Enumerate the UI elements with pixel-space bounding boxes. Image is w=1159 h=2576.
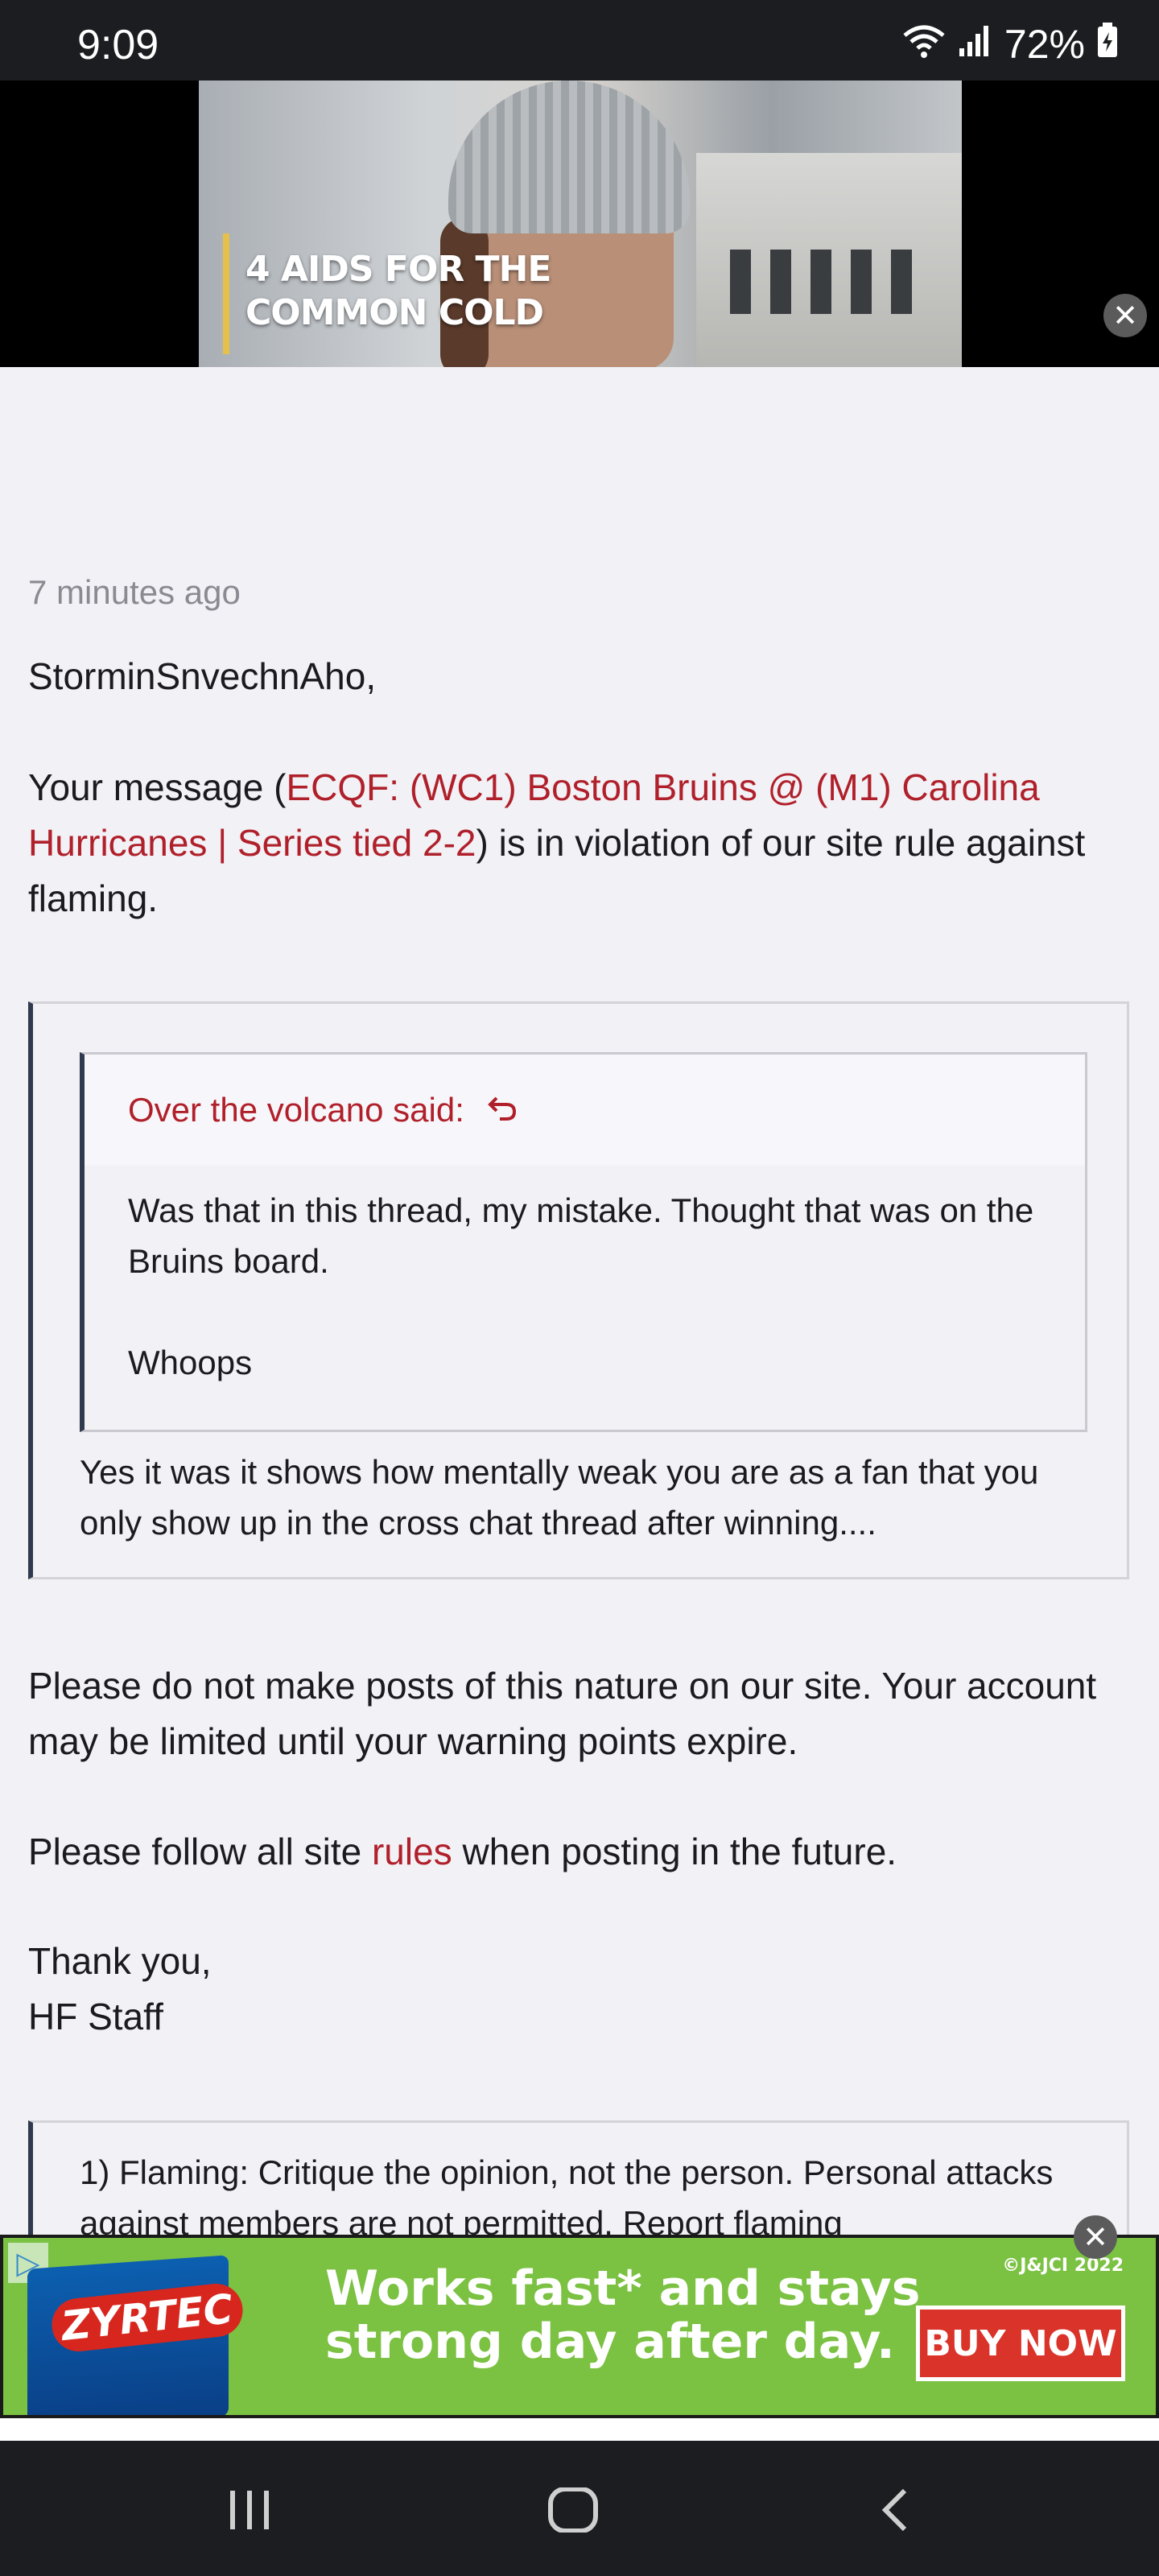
video-caption: 4 AIDS FOR THE COMMON COLD xyxy=(245,249,551,333)
status-icons: 72% xyxy=(901,21,1119,68)
signal-icon xyxy=(958,21,993,68)
thanks-text: Thank you, xyxy=(28,1940,212,1982)
rules-link[interactable]: rules xyxy=(372,1831,452,1872)
violation-notice: Your message (ECQF: (WC1) Boston Bruins … xyxy=(28,766,1086,919)
navigation-bar xyxy=(0,2441,1159,2576)
follow-rules-text: Please follow all site rules when postin… xyxy=(28,1831,897,1872)
battery-percent: 72% xyxy=(1004,22,1085,67)
buy-now-button[interactable]: BUY NOW xyxy=(916,2306,1125,2381)
wifi-icon xyxy=(901,21,947,68)
banner-ad[interactable]: ▷ ZYRTEC Works fast* and stays strong da… xyxy=(0,2235,1159,2418)
quote-author-header[interactable]: Over the volcano said: xyxy=(85,1055,1085,1166)
message-timestamp: 7 minutes ago xyxy=(28,573,241,611)
staff-signature: HF Staff xyxy=(28,1996,163,2037)
status-time: 9:09 xyxy=(77,22,159,68)
quoted-reply-text: Yes it was it shows how mentally weak yo… xyxy=(80,1453,1039,1542)
quote-author[interactable]: Over the volcano said: xyxy=(128,1091,464,1129)
recent-apps-button[interactable] xyxy=(225,2487,274,2537)
video-ad[interactable]: 4 AIDS FOR THE COMMON COLD ✕ xyxy=(0,80,1159,367)
warning-text: Please do not make posts of this nature … xyxy=(28,1665,1097,1762)
close-icon: ✕ xyxy=(1112,298,1138,333)
home-button[interactable] xyxy=(547,2487,599,2537)
battery-charging-icon xyxy=(1096,21,1119,68)
status-bar: 9:09 72% xyxy=(0,0,1159,80)
go-to-post-icon[interactable] xyxy=(487,1090,519,1130)
close-banner-ad-button[interactable]: ✕ xyxy=(1074,2215,1117,2259)
sign-off: Thank you, HF Staff xyxy=(28,1934,1131,2045)
nested-quote-body: Was that in this thread, my mistake. Tho… xyxy=(128,1191,1034,1381)
back-button[interactable] xyxy=(877,2487,913,2537)
rule-text: 1) Flaming: Critique the opinion, not th… xyxy=(80,2153,1054,2242)
video-ad-frame[interactable]: 4 AIDS FOR THE COMMON COLD xyxy=(199,80,962,367)
nested-quote: Over the volcano said: Was that in this … xyxy=(80,1052,1087,1432)
greeting: StorminSnvechnAho, xyxy=(28,655,377,697)
ad-headline: Works fast* and stays strong day after d… xyxy=(325,2260,921,2370)
close-icon: ✕ xyxy=(1083,2219,1108,2255)
close-video-ad-button[interactable]: ✕ xyxy=(1103,294,1147,337)
offending-post-quote: Over the volcano said: Was that in this … xyxy=(28,1001,1129,1579)
video-person-hat xyxy=(448,80,690,233)
ad-copyright: ©J&JCI 2022 xyxy=(1002,2256,1124,2276)
